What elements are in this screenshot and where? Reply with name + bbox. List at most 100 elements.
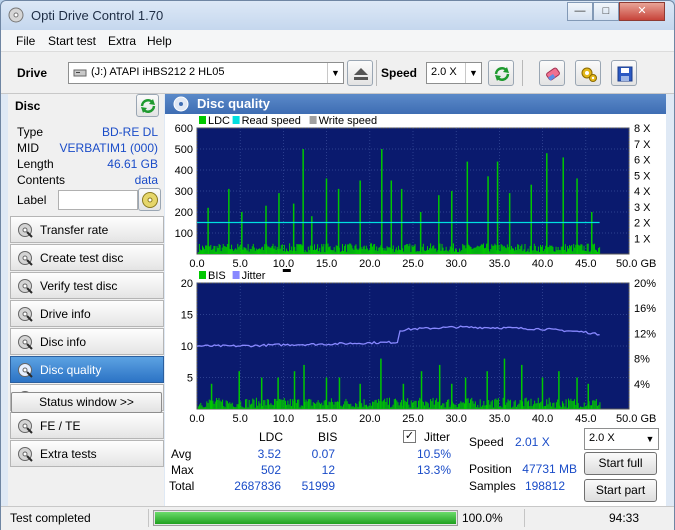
maximize-button[interactable]: □ (593, 2, 619, 21)
minimize-button[interactable]: — (567, 2, 593, 21)
chart-1-ldc-bar (470, 247, 472, 254)
start-full-button[interactable]: Start full (584, 452, 657, 475)
stats-max-ldc: 502 (260, 463, 281, 477)
drive-select[interactable]: (J:) ATAPI iHBS212 2 HL05 ▼ (68, 62, 344, 84)
chart-2-bis-bar (312, 402, 314, 409)
refresh-speed-button[interactable] (488, 60, 514, 86)
save-button[interactable] (611, 60, 637, 86)
chart-2-bis-bar (340, 405, 342, 409)
chart-2-bis-bar (426, 402, 428, 409)
chart-2-bis-bar (463, 403, 465, 409)
chart-2-bis-bar (349, 404, 351, 409)
close-button[interactable]: ✕ (619, 2, 665, 21)
chart-1-x-tick-label: 25.0 (402, 258, 423, 270)
chart-2-bis-bar (236, 404, 238, 409)
chart-1-ldc-bar (502, 246, 504, 254)
chart-2-bis-bar (361, 403, 363, 409)
chart-1-ldc-bar (324, 251, 326, 254)
chart-1-ldc-bar (334, 251, 336, 254)
nav-item-label: Drive info (40, 307, 91, 321)
nav-item-verify-test-disc[interactable]: Verify test disc (10, 272, 164, 299)
chart-1-ldc-bar (200, 250, 202, 254)
settings-button[interactable] (575, 60, 601, 86)
menu-help[interactable]: Help (147, 34, 172, 48)
menu-extra[interactable]: Extra (108, 34, 136, 48)
chart-2-bis-bar (442, 403, 444, 409)
chart-2-bis-bar (387, 404, 389, 409)
chart-2-bis-bar (471, 397, 473, 409)
chart-2-bis-bar (409, 407, 411, 409)
nav-item-create-test-disc[interactable]: Create test disc (10, 244, 164, 271)
jitter-checkbox[interactable]: ✓ (403, 430, 416, 443)
chart-2-bis-bar (218, 398, 220, 409)
menu-start-test[interactable]: Start test (48, 34, 96, 48)
drive-label: Drive (17, 66, 48, 80)
test-speed-select[interactable]: 2.0 X ▼ (584, 428, 659, 450)
chart-2-bis-bar (225, 400, 227, 409)
status-window-button[interactable]: Status window >> (11, 392, 162, 413)
erase-button[interactable] (539, 60, 565, 86)
chart-1-ldc-bar (433, 245, 435, 254)
nav-item-transfer-rate[interactable]: Transfer rate (10, 216, 164, 243)
disc-label-button[interactable] (138, 188, 161, 211)
disc-label-input[interactable] (58, 190, 138, 210)
chart-1-y2-tick-label: 6 X (634, 155, 651, 167)
chart-1-ldc-bar (284, 251, 286, 254)
toolbar: Drive (J:) ATAPI iHBS212 2 HL05 ▼ Speed … (1, 52, 674, 94)
chart-1-ldc-bar (218, 243, 220, 254)
nav-item-drive-info[interactable]: Drive info (10, 300, 164, 327)
chart-1-ldc-bar (566, 246, 568, 254)
chart-1-ldc-bar (599, 247, 601, 254)
chart-1-x-tick-label: 10.0 (273, 258, 294, 270)
chart-2-bis-bar (343, 404, 345, 409)
chart-2-x-tick-label: 15.0 (316, 413, 337, 424)
nav-item-fe-te[interactable]: FE / TE (10, 412, 164, 439)
chart-1-ldc-bar (532, 250, 534, 254)
refresh-disc-button[interactable] (136, 94, 159, 117)
chart-2-bis-peak (277, 377, 279, 409)
chart-1-ldc-bar (276, 246, 278, 254)
chart-2-bis-bar (528, 400, 530, 409)
chart-2-bis-bar (467, 398, 469, 409)
menu-file[interactable]: File (16, 34, 35, 48)
chart-1-ldc-bar (572, 251, 574, 254)
chart-2-bis-bar (257, 405, 259, 409)
chart-2-bis-bar (502, 397, 504, 409)
chart-1-ldc-bar (598, 247, 600, 254)
start-part-button[interactable]: Start part (584, 479, 657, 502)
chart-2-bis-bar (323, 400, 325, 409)
status-text: Test completed (10, 511, 91, 525)
chart-2-bis-bar (478, 407, 480, 409)
chart-2-bis-bar (455, 404, 457, 409)
chart-2-bis-bar (329, 402, 331, 409)
chart-1-ldc-bar (300, 244, 302, 254)
chart-1-ldc-bar (403, 251, 405, 254)
chart-2-bis-bar (577, 403, 579, 409)
speed-select[interactable]: 2.0 X ▼ (426, 62, 482, 84)
chart-1-ldc-peak (292, 203, 295, 254)
chart-1-ldc-bar (197, 252, 199, 254)
nav-item-disc-info[interactable]: Disc info (10, 328, 164, 355)
chart-2-bis-bar (353, 407, 355, 409)
chart-2-bis-bar (454, 404, 456, 409)
eject-button[interactable] (347, 60, 373, 86)
chart-2-bis-bar (228, 403, 230, 409)
chart-1-ldc-bar (239, 245, 241, 254)
chart-2-bis-bar (538, 403, 540, 409)
chart-1-ldc-bar (457, 252, 459, 254)
chart-1-ldc-bar (301, 245, 303, 254)
chart-1-ldc-bar (317, 244, 319, 254)
chart-2-bis-peak (587, 383, 590, 409)
chart-2-bis-bar (496, 399, 498, 409)
chart-1-ldc-bar (361, 249, 363, 254)
position-value: 47731 MB (522, 462, 577, 476)
nav-item-disc-quality[interactable]: Disc quality (10, 356, 164, 383)
stats-col-ldc: LDC (259, 430, 284, 444)
nav-item-extra-tests[interactable]: Extra tests (10, 440, 164, 467)
chart-2-bis-bar (529, 406, 531, 409)
chart-1-ldc-bar (221, 247, 223, 254)
chart-2-bis-bar (286, 404, 288, 409)
chart-1-ldc-bar (471, 249, 473, 254)
chart-2-bis-bar (270, 403, 272, 409)
chart-1-y2-tick-label: 2 X (634, 218, 651, 230)
